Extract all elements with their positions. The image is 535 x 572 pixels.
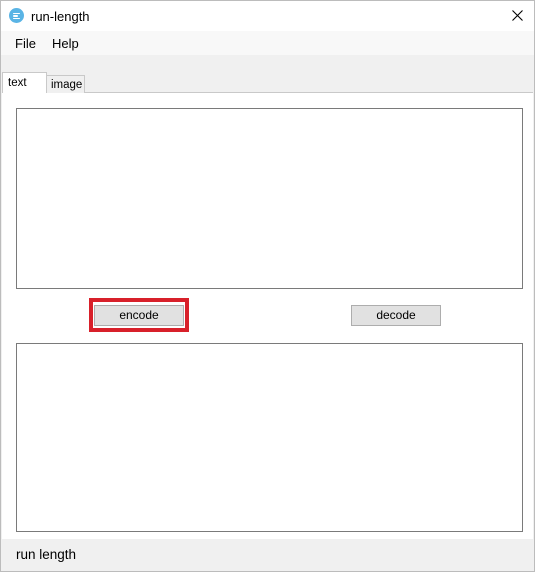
menu-help[interactable]: Help — [52, 36, 79, 51]
status-bar: run length — [1, 539, 534, 571]
run-length-app-icon — [9, 8, 24, 23]
close-button[interactable] — [500, 1, 534, 31]
tab-image[interactable]: image — [46, 75, 85, 93]
status-text: run length — [16, 547, 77, 562]
decode-button[interactable]: decode — [351, 305, 441, 326]
close-icon — [512, 10, 523, 21]
tab-text[interactable]: text — [2, 72, 47, 93]
output-text-area[interactable] — [16, 343, 523, 532]
menu-bar: File Help — [1, 31, 534, 55]
title-bar: run-length — [1, 1, 534, 31]
menu-file[interactable]: File — [15, 36, 36, 51]
input-text-area[interactable] — [16, 108, 523, 289]
encode-button[interactable]: encode — [94, 305, 184, 326]
app-window: run-length File Help image text encode d… — [0, 0, 535, 572]
window-title: run-length — [31, 9, 90, 24]
